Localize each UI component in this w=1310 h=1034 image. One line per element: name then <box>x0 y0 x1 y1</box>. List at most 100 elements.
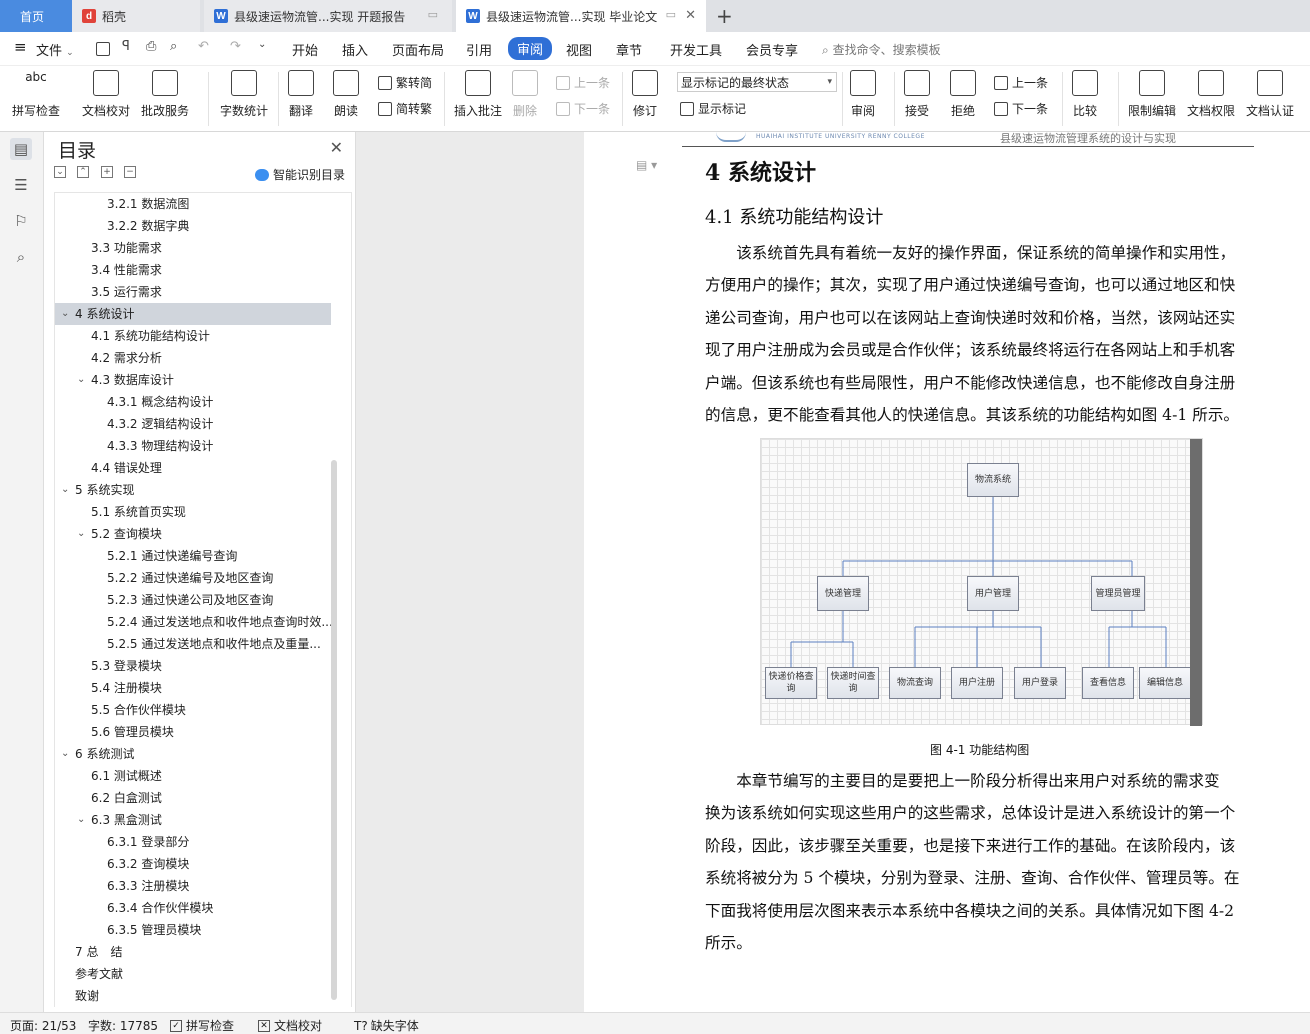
toc-panel-icon[interactable]: ▤ <box>10 138 32 160</box>
menu-view[interactable]: 视图 <box>566 40 592 59</box>
hamburger-icon[interactable]: ≡ <box>14 38 27 56</box>
tab-daoke[interactable]: d 稻壳 <box>72 0 200 32</box>
toc-item[interactable]: 5.4 注册模块 <box>55 677 331 699</box>
menu-developer[interactable]: 开发工具 <box>670 40 722 59</box>
status-spell-check[interactable]: ✓ 拼写检查 <box>170 1017 234 1034</box>
new-tab-icon[interactable]: + <box>716 4 733 28</box>
toc-item[interactable]: 6.3.2 查询模块 <box>55 853 331 875</box>
toc-item[interactable]: 4.1 系统功能结构设计 <box>55 325 331 347</box>
toc-item[interactable]: ⌄ 5 系统实现 <box>55 479 331 501</box>
toc-item[interactable]: 4.3.1 概念结构设计 <box>55 391 331 413</box>
toc-item[interactable]: 4.4 错误处理 <box>55 457 331 479</box>
batch-service-button[interactable]: 批改服务 <box>141 70 189 119</box>
quick-access-dropdown-icon[interactable]: ⌄ <box>258 39 266 50</box>
collapse-all-icon[interactable]: ⌄ <box>54 166 66 178</box>
page-options-icon[interactable]: ▤ ▾ <box>636 158 657 172</box>
chevron-down-icon[interactable]: ⌄ <box>61 479 69 501</box>
undo-icon[interactable]: ↶ <box>198 39 209 54</box>
toc-item[interactable]: 6.3.1 登录部分 <box>55 831 331 853</box>
track-changes-button[interactable]: 修订 <box>632 70 658 119</box>
accept-button[interactable]: 接受 <box>904 70 930 119</box>
toc-item[interactable]: 6.3.4 合作伙伴模块 <box>55 897 331 919</box>
toc-item[interactable]: 3.5 运行需求 <box>55 281 331 303</box>
toc-item[interactable]: 4.2 需求分析 <box>55 347 331 369</box>
trad-to-simp-button[interactable]: 繁转简 <box>378 74 432 91</box>
menu-home[interactable]: 开始 <box>292 40 318 59</box>
toc-item[interactable]: ⌄ 6 系统测试 <box>55 743 331 765</box>
toc-item[interactable]: 3.3 功能需求 <box>55 237 331 259</box>
chevron-down-icon[interactable]: ⌄ <box>77 523 85 545</box>
spell-check-button[interactable]: abc 拼写检查 <box>12 70 60 119</box>
toc-item[interactable]: 5.3 登录模块 <box>55 655 331 677</box>
expand-all-icon[interactable]: ⌃ <box>77 166 89 178</box>
toc-item[interactable]: 7 总 结 <box>55 941 331 963</box>
menu-references[interactable]: 引用 <box>466 40 492 59</box>
smart-toc-button[interactable]: 智能识别目录 <box>254 166 345 183</box>
toc-item[interactable]: 3.2.2 数据字典 <box>55 215 331 237</box>
toc-item[interactable]: 3.2.1 数据流图 <box>55 193 331 215</box>
toc-item[interactable]: ⌄ 5.2 查询模块 <box>55 523 331 545</box>
toc-item[interactable]: ⌄ 4.3 数据库设计 <box>55 369 331 391</box>
toc-item[interactable]: 5.2.5 通过发送地点和收件地点及重量... <box>55 633 331 655</box>
command-search[interactable]: ⌕ 查找命令、搜索模板 <box>822 41 941 58</box>
toc-item[interactable]: ⌄ 6.3 黑盒测试 <box>55 809 331 831</box>
toc-item[interactable]: 6.3.3 注册模块 <box>55 875 331 897</box>
status-doc-proof[interactable]: ✕ 文档校对 <box>258 1017 322 1034</box>
print-preview-icon[interactable]: ⌕ <box>170 39 177 54</box>
word-count-button[interactable]: 字数统计 <box>220 70 268 119</box>
toc-item[interactable]: 6.3.5 管理员模块 <box>55 919 331 941</box>
simp-to-trad-button[interactable]: 简转繁 <box>378 100 432 117</box>
menu-review[interactable]: 审阅 <box>508 37 553 60</box>
close-tab-icon[interactable]: ✕ <box>685 8 696 23</box>
toc-item[interactable]: 参考文献 <box>55 963 331 985</box>
menu-layout[interactable]: 页面布局 <box>392 40 444 59</box>
toc-item[interactable]: 5.2.3 通过快递公司及地区查询 <box>55 589 331 611</box>
prev-change-button[interactable]: 上一条 <box>994 74 1048 91</box>
doc-proof-button[interactable]: 文档校对 <box>82 70 130 119</box>
toc-item[interactable]: 5.1 系统首页实现 <box>55 501 331 523</box>
bookmark-icon[interactable]: ⚐ <box>10 210 32 232</box>
missing-font-indicator[interactable]: T? 缺失字体 <box>354 1017 419 1034</box>
pin-icon[interactable]: ▭ <box>666 8 676 21</box>
doc-permission-button[interactable]: 文档权限 <box>1187 70 1235 119</box>
toc-item[interactable]: 致谢 <box>55 985 331 1007</box>
menu-member[interactable]: 会员专享 <box>746 40 798 59</box>
menu-insert[interactable]: 插入 <box>342 40 368 59</box>
tab-proposal-doc[interactable]: W 县级速运物流管...实现 开题报告 ▭ <box>204 0 452 32</box>
toc-item[interactable]: 5.2.1 通过快递编号查询 <box>55 545 331 567</box>
toc-item[interactable]: 3.4 性能需求 <box>55 259 331 281</box>
print-icon[interactable]: ⎙ <box>146 39 156 54</box>
toc-item[interactable]: 4.3.2 逻辑结构设计 <box>55 413 331 435</box>
page-indicator[interactable]: 页面: 21/53 <box>10 1017 76 1034</box>
toc-item[interactable]: 4.3.3 物理结构设计 <box>55 435 331 457</box>
outline-icon[interactable]: ☰ <box>10 174 32 196</box>
compare-button[interactable]: 比较 <box>1072 70 1098 119</box>
chevron-down-icon[interactable]: ⌄ <box>61 303 69 325</box>
show-markup-button[interactable]: 显示标记 <box>680 100 746 117</box>
doc-auth-button[interactable]: 文档认证 <box>1246 70 1294 119</box>
redo-icon[interactable]: ↷ <box>230 39 241 54</box>
remove-heading-icon[interactable]: − <box>124 166 136 178</box>
toc-item[interactable]: 5.2.4 通过发送地点和收件地点查询时效... <box>55 611 331 633</box>
markup-state-select[interactable]: 显示标记的最终状态 ▾ <box>677 72 837 92</box>
toc-scrollbar[interactable] <box>331 460 337 1000</box>
search-icon[interactable]: ⌕ <box>10 246 32 268</box>
next-change-button[interactable]: 下一条 <box>994 100 1048 117</box>
close-icon[interactable]: ✕ <box>330 138 343 157</box>
file-menu[interactable]: 文件 ⌄ <box>36 40 74 59</box>
pin-icon[interactable]: ▭ <box>428 8 438 21</box>
format-painter-icon[interactable]: ꟼ <box>122 39 130 54</box>
toc-item[interactable]: 6.2 白盒测试 <box>55 787 331 809</box>
insert-comment-button[interactable]: 插入批注 <box>454 70 502 119</box>
toc-item[interactable]: 6.1 测试概述 <box>55 765 331 787</box>
translate-button[interactable]: 翻译 <box>288 70 314 119</box>
tab-home[interactable]: 首页 <box>0 0 72 32</box>
next-comment-button[interactable]: 下一条 <box>556 100 610 117</box>
toc-item[interactable]: 5.2.2 通过快递编号及地区查询 <box>55 567 331 589</box>
menu-chapter[interactable]: 章节 <box>616 40 642 59</box>
read-aloud-button[interactable]: 朗读 <box>333 70 359 119</box>
prev-comment-button[interactable]: 上一条 <box>556 74 610 91</box>
delete-comment-button[interactable]: 删除 <box>512 70 538 119</box>
review-pane-button[interactable]: 审阅 <box>850 70 876 119</box>
word-count-indicator[interactable]: 字数: 17785 <box>88 1017 158 1034</box>
